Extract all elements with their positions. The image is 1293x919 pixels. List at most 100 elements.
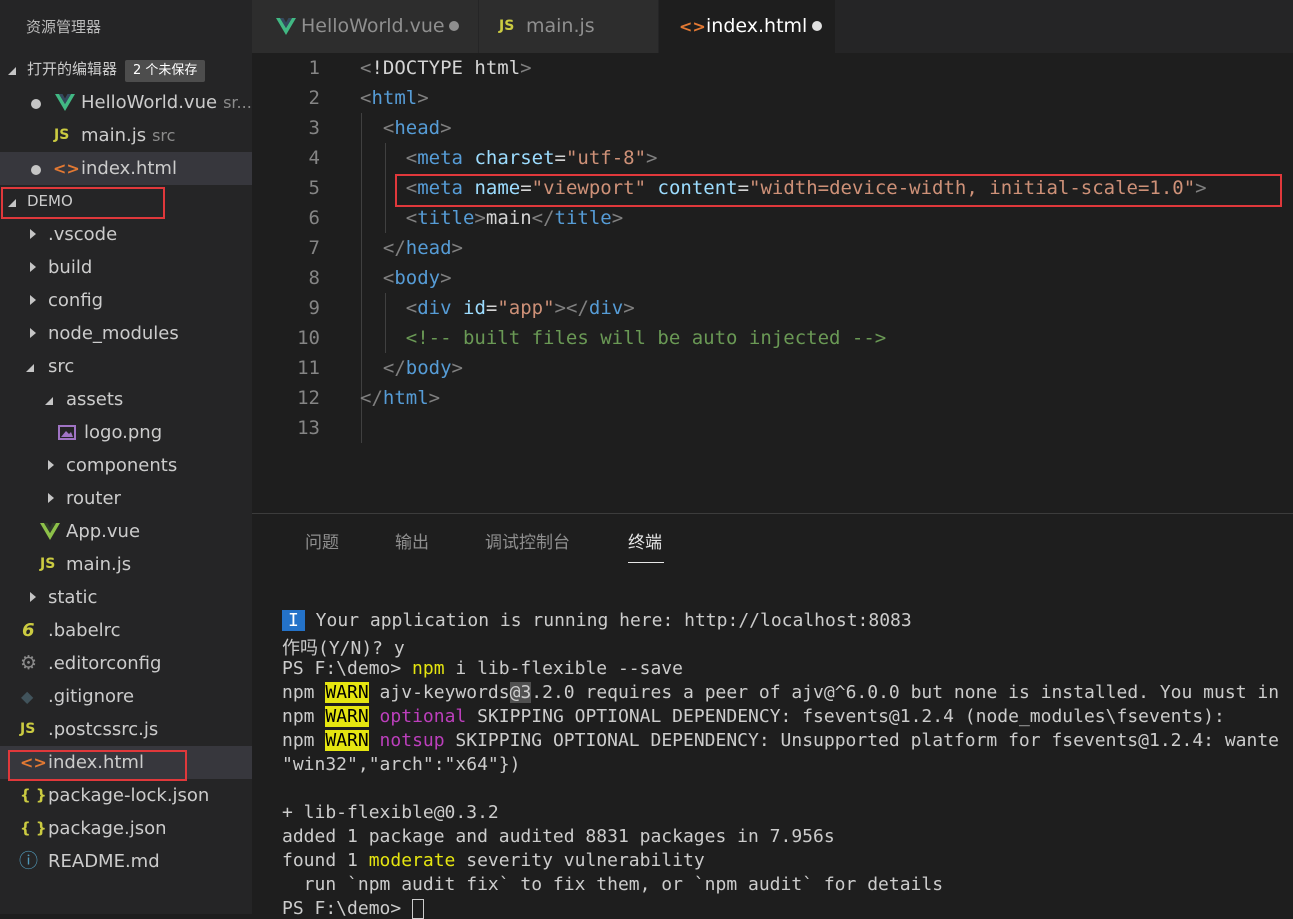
terminal-line: PS F:\demo> npm i lib-flexible --save (282, 658, 683, 679)
tree-item-label: logo.png (84, 422, 163, 443)
explorer-title: 资源管理器 (26, 18, 102, 36)
open-editor-item-mainjs[interactable]: JS main.js src (0, 119, 252, 152)
terminal-text: ajv-keywords (368, 682, 510, 703)
js-icon: JS (20, 721, 36, 737)
tree-item-label: App.vue (66, 521, 141, 542)
chevron-right-icon (28, 317, 38, 350)
code-line: <!DOCTYPE html> (360, 57, 532, 79)
terminal-text: Your application is running here: http:/… (304, 610, 912, 631)
terminal-text: SKIPPING OPTIONAL DEPENDENCY: fsevents@1… (466, 706, 1225, 727)
tree-item[interactable]: ⓘ README.md (0, 845, 252, 878)
explorer-sidebar: 资源管理器 打开的编辑器 2 个未保存 HelloWorld.vue sr... J… (0, 0, 252, 914)
tab-problems[interactable]: 问题 (305, 528, 339, 553)
tab-label: index.html (706, 15, 808, 37)
tree-item[interactable]: static (0, 581, 252, 614)
terminal-line: + lib-flexible@0.3.2 (282, 802, 499, 823)
tab-helloworld-vue[interactable]: HelloWorld.vue (252, 0, 478, 53)
image-icon (58, 425, 76, 440)
line-number: 4 (308, 147, 320, 169)
git-icon: ◆ (21, 687, 34, 706)
tree-item[interactable]: App.vue (0, 515, 252, 548)
tree-item[interactable]: JS .postcssrc.js (0, 713, 252, 746)
tree-item[interactable]: ⚙ .editorconfig (0, 647, 252, 680)
code-editor[interactable]: 1 2 3 4 5 6 7 8 9 10 11 12 13 <!DOCTYPE … (252, 53, 1293, 513)
terminal-cursor (412, 899, 425, 919)
tree-item-label: .babelrc (48, 620, 121, 641)
js-icon: JS (54, 127, 70, 143)
tree-item[interactable]: 6 .babelrc (0, 614, 252, 647)
open-editor-item-helloworld[interactable]: HelloWorld.vue sr... (0, 86, 252, 119)
tree-item[interactable]: .vscode (0, 218, 252, 251)
chevron-down-icon (8, 53, 18, 86)
line-number: 5 (308, 177, 320, 199)
tree-item-label: build (48, 257, 93, 278)
terminal-line: "win32","arch":"x64"}) (282, 754, 521, 775)
code-line: <html> (360, 87, 429, 109)
tree-item-label: src (48, 356, 75, 377)
chevron-right-icon (28, 284, 38, 317)
tree-item-label: .vscode (48, 224, 118, 245)
tab-terminal[interactable]: 终端 (628, 528, 662, 553)
line-number: 1 (308, 57, 320, 79)
terminal-line: PS F:\demo> (282, 898, 425, 919)
terminal-line: I Your application is running here: http… (282, 610, 912, 631)
highlight-box (8, 750, 187, 781)
line-number: 12 (297, 387, 320, 409)
line-number: 7 (308, 237, 320, 259)
code-line: <!-- built files will be auto injected -… (405, 327, 887, 349)
terminal-line: run `npm audit fix` to fix them, or `npm… (282, 874, 944, 895)
code-line: </html> (360, 387, 441, 409)
tree-item-label: static (48, 587, 98, 608)
tab-debug-console[interactable]: 调试控制台 (485, 528, 570, 553)
terminal-text: npm (282, 682, 326, 703)
tree-item-label: README.md (48, 851, 160, 872)
line-number: 8 (308, 267, 320, 289)
terminal-text: severity vulnerability (455, 850, 705, 871)
unsaved-dot-icon[interactable] (812, 21, 822, 31)
warn-badge: WARN (325, 706, 369, 727)
js-icon: JS (40, 556, 56, 572)
open-editor-item-indexhtml[interactable]: <> index.html (0, 152, 252, 185)
open-editor-name: main.js (81, 125, 147, 146)
code-line: </head> (382, 237, 463, 259)
gear-icon: ⚙ (20, 652, 38, 674)
unsaved-dot-icon (31, 165, 41, 175)
code-line: <meta charset="utf-8"> (405, 147, 658, 169)
tree-item[interactable]: router (0, 482, 252, 515)
tree-item-label: node_modules (48, 323, 179, 344)
tab-main-js[interactable]: JS main.js (479, 0, 658, 53)
tree-item[interactable]: src (0, 350, 252, 383)
chevron-right-icon (28, 218, 38, 251)
tree-item[interactable]: { } package-lock.json (0, 779, 252, 812)
open-editors-label: 打开的编辑器 (27, 60, 118, 78)
tree-item-label: .editorconfig (48, 653, 162, 674)
active-tab-underline (628, 562, 664, 563)
tree-item[interactable]: node_modules (0, 317, 252, 350)
tree-item[interactable]: JS main.js (0, 548, 252, 581)
tree-item[interactable]: config (0, 284, 252, 317)
unsaved-dot-icon[interactable] (449, 21, 459, 31)
terminal-text: npm (282, 706, 326, 727)
open-editors-header[interactable]: 打开的编辑器 2 个未保存 (0, 53, 252, 86)
code-line: <div id="app"></div> (405, 297, 635, 319)
code-line: <body> (382, 267, 452, 289)
tree-item-label: .postcssrc.js (48, 719, 159, 740)
tree-item[interactable]: assets (0, 383, 252, 416)
tab-output[interactable]: 输出 (395, 528, 429, 553)
vue-icon (276, 18, 296, 35)
chevron-right-icon (28, 251, 38, 284)
tree-item[interactable]: components (0, 449, 252, 482)
tree-item[interactable]: logo.png (0, 416, 252, 449)
info-badge: I (282, 610, 305, 631)
info-icon: ⓘ (19, 850, 39, 872)
terminal-text: npm (282, 730, 326, 751)
tree-item[interactable]: build (0, 251, 252, 284)
tree-item[interactable]: { } package.json (0, 812, 252, 845)
line-number: 11 (297, 357, 320, 379)
tab-index-html[interactable]: <> index.html (659, 0, 835, 53)
tree-item[interactable]: ◆ .gitignore (0, 680, 252, 713)
tree-item-label: config (48, 290, 104, 311)
terminal-severity: moderate (368, 850, 456, 871)
code-line: <head> (382, 117, 452, 139)
line-number: 9 (308, 297, 320, 319)
